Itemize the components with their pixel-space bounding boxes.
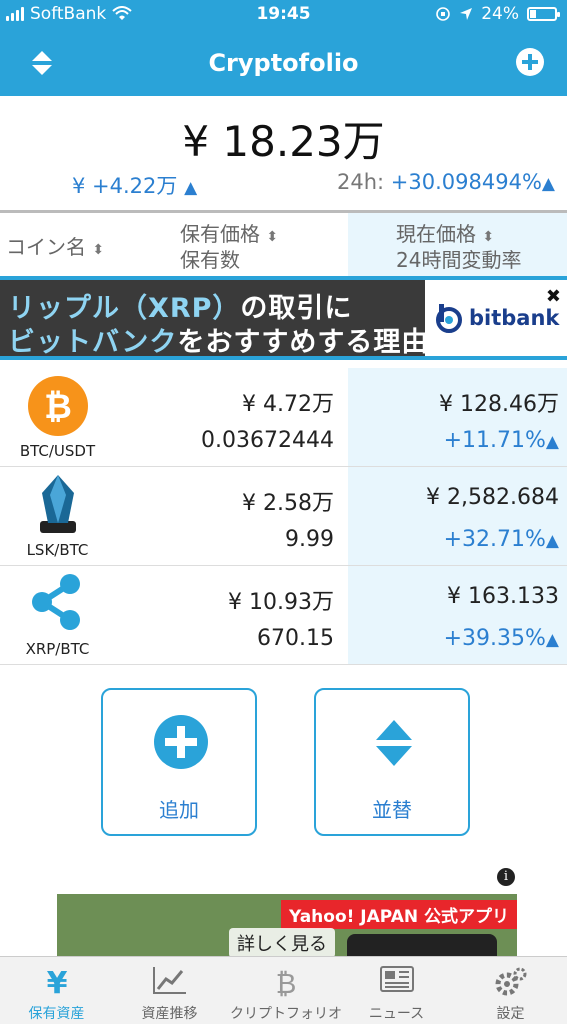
- tab-history[interactable]: 資産推移: [113, 957, 226, 1025]
- holding-row-lsk[interactable]: LSK/BTC ¥ 2.58万 9.99 ¥ 2,582.684 +32.71%…: [0, 467, 567, 566]
- current-price: ¥ 2,582.684: [426, 485, 559, 510]
- tab-label: 設定: [496, 1006, 525, 1022]
- battery-percent: 24%: [481, 4, 519, 24]
- add-button[interactable]: 追加: [101, 688, 257, 836]
- quantity-column-label: 保有数: [180, 248, 240, 272]
- tab-cryptofolio[interactable]: ₿ クリプトフォリオ: [226, 957, 346, 1025]
- column-header: コイン名 ⬍ 保有価格 ⬍ 保有数 現在価格 ⬍ 24時間変動率: [0, 210, 567, 279]
- yen-icon: ¥: [46, 966, 67, 999]
- add-circle-icon: [154, 715, 208, 769]
- svg-text:₿: ₿: [276, 967, 297, 999]
- arrow-up-icon: ▲: [541, 174, 555, 194]
- orientation-lock-icon: [436, 7, 451, 21]
- battery-icon: [527, 7, 560, 21]
- chart-icon: [152, 967, 186, 994]
- sort-toggle-icon: ⬍: [266, 229, 279, 245]
- sort-button-label: 並替: [372, 798, 412, 822]
- holding-quantity: 9.99: [285, 527, 334, 552]
- coin-column-label: コイン名: [6, 235, 86, 259]
- banner-headline-2: ビットバンクをおすすめする理由: [8, 320, 430, 358]
- sort-button[interactable]: 並替: [314, 688, 470, 836]
- coin-pair: LSK/BTC: [26, 541, 89, 559]
- change-column-label: 24時間変動率: [396, 248, 522, 272]
- period-label: 24h:: [337, 170, 385, 194]
- sort-toggle-icon: ⬍: [92, 242, 105, 258]
- holding-column-label: 保有価格: [180, 222, 260, 246]
- lisk-icon: [40, 475, 76, 533]
- close-icon[interactable]: ✖: [546, 286, 561, 307]
- total-change-value: ¥ +4.22万: [72, 174, 178, 198]
- banner-ad[interactable]: リップル（XRP）の取引に ビットバンクをおすすめする理由 bitbank ✖: [0, 276, 567, 360]
- holding-column-header[interactable]: 保有価格 ⬍ 保有数: [180, 223, 278, 272]
- tab-label: 資産推移: [141, 1006, 198, 1022]
- holding-quantity: 670.15: [257, 626, 334, 651]
- app-title: Cryptofolio: [208, 49, 359, 77]
- add-button-label: 追加: [159, 798, 199, 822]
- newspaper-icon: [379, 966, 414, 992]
- tab-holdings[interactable]: ¥ 保有資産: [0, 957, 113, 1025]
- bitcoin-icon: ₿: [28, 376, 88, 436]
- bitbank-name: bitbank: [469, 306, 560, 330]
- tab-bar: ¥ 保有資産 資産推移 ₿ クリプトフォリオ ニュース 設定: [0, 956, 567, 1024]
- ad-info-icon[interactable]: i: [497, 868, 515, 886]
- ripple-icon: [32, 574, 80, 630]
- coin-pair: XRP/BTC: [25, 640, 90, 658]
- navigation-bar: Cryptofolio: [0, 30, 567, 96]
- price-change: +11.71%▲: [444, 428, 559, 453]
- advertisement[interactable]: i Yahoo! JAPAN 公式アプリ 詳しく見る: [57, 864, 517, 956]
- gear-icon: [495, 967, 526, 996]
- current-price: ¥ 128.46万: [439, 392, 559, 417]
- current-price: ¥ 163.133: [447, 584, 559, 609]
- status-bar: SoftBank 19:45 24%: [0, 0, 567, 30]
- price-column-label: 現在価格: [396, 222, 476, 246]
- total-value: ¥ 18.23万: [182, 117, 385, 166]
- sort-icon: [376, 720, 412, 766]
- tab-news[interactable]: ニュース: [340, 957, 453, 1025]
- ad-more-button[interactable]: 詳しく見る: [229, 928, 335, 956]
- coin-pair: BTC/USDT: [19, 442, 96, 460]
- svg-text:₿: ₿: [44, 387, 72, 427]
- price-change: +32.71%▲: [444, 527, 559, 552]
- arrow-up-icon: ▲: [545, 531, 559, 551]
- period-change: 24h: +30.098494%▲: [337, 170, 555, 194]
- banner-highlight: ビットバンク: [8, 327, 178, 358]
- location-icon: [460, 8, 473, 20]
- arrow-up-icon: ▲: [545, 630, 559, 650]
- price-change: +39.35%▲: [444, 626, 559, 651]
- period-change-value: +30.098494%: [390, 170, 542, 194]
- holding-row-xrp[interactable]: XRP/BTC ¥ 10.93万 670.15 ¥ 163.133 +39.35…: [0, 566, 567, 665]
- portfolio-summary: ¥ 18.23万 ¥ +4.22万 ▲ 24h: +30.098494%▲: [0, 96, 567, 210]
- price-change-value: +11.71%: [443, 428, 546, 453]
- holding-value: ¥ 4.72万: [242, 392, 334, 417]
- bitbank-icon: [436, 304, 462, 333]
- total-change: ¥ +4.22万 ▲: [72, 170, 197, 200]
- coin-column-header[interactable]: コイン名 ⬍: [6, 231, 104, 260]
- sort-toggle-icon: ⬍: [482, 229, 495, 245]
- tab-label: ニュース: [368, 1006, 425, 1022]
- tab-label: クリプトフォリオ: [230, 1006, 342, 1022]
- actions: 追加 並替: [0, 664, 567, 864]
- tab-label: 保有資産: [28, 1006, 85, 1022]
- holding-value: ¥ 10.93万: [228, 590, 334, 615]
- holding-row-btc[interactable]: ₿ BTC/USDT ¥ 4.72万 0.03672444 ¥ 128.46万 …: [0, 368, 567, 467]
- add-icon[interactable]: [515, 47, 545, 77]
- price-change-value: +32.71%: [443, 527, 546, 552]
- holding-value: ¥ 2.58万: [242, 491, 334, 516]
- arrow-up-icon: ▲: [545, 432, 559, 452]
- arrow-up-icon: ▲: [184, 178, 198, 198]
- tab-settings[interactable]: 設定: [454, 957, 567, 1025]
- ad-badge: Yahoo! JAPAN 公式アプリ: [280, 900, 517, 929]
- current-column-header[interactable]: 現在価格 ⬍ 24時間変動率: [348, 213, 567, 279]
- bitcoin-logo-icon: ₿: [276, 967, 297, 999]
- holding-quantity: 0.03672444: [201, 428, 334, 453]
- holdings-list: ₿ BTC/USDT ¥ 4.72万 0.03672444 ¥ 128.46万 …: [0, 368, 567, 665]
- banner-text: をおすすめする理由: [177, 327, 430, 358]
- price-change-value: +39.35%: [443, 626, 546, 651]
- svg-text:¥: ¥: [46, 966, 67, 999]
